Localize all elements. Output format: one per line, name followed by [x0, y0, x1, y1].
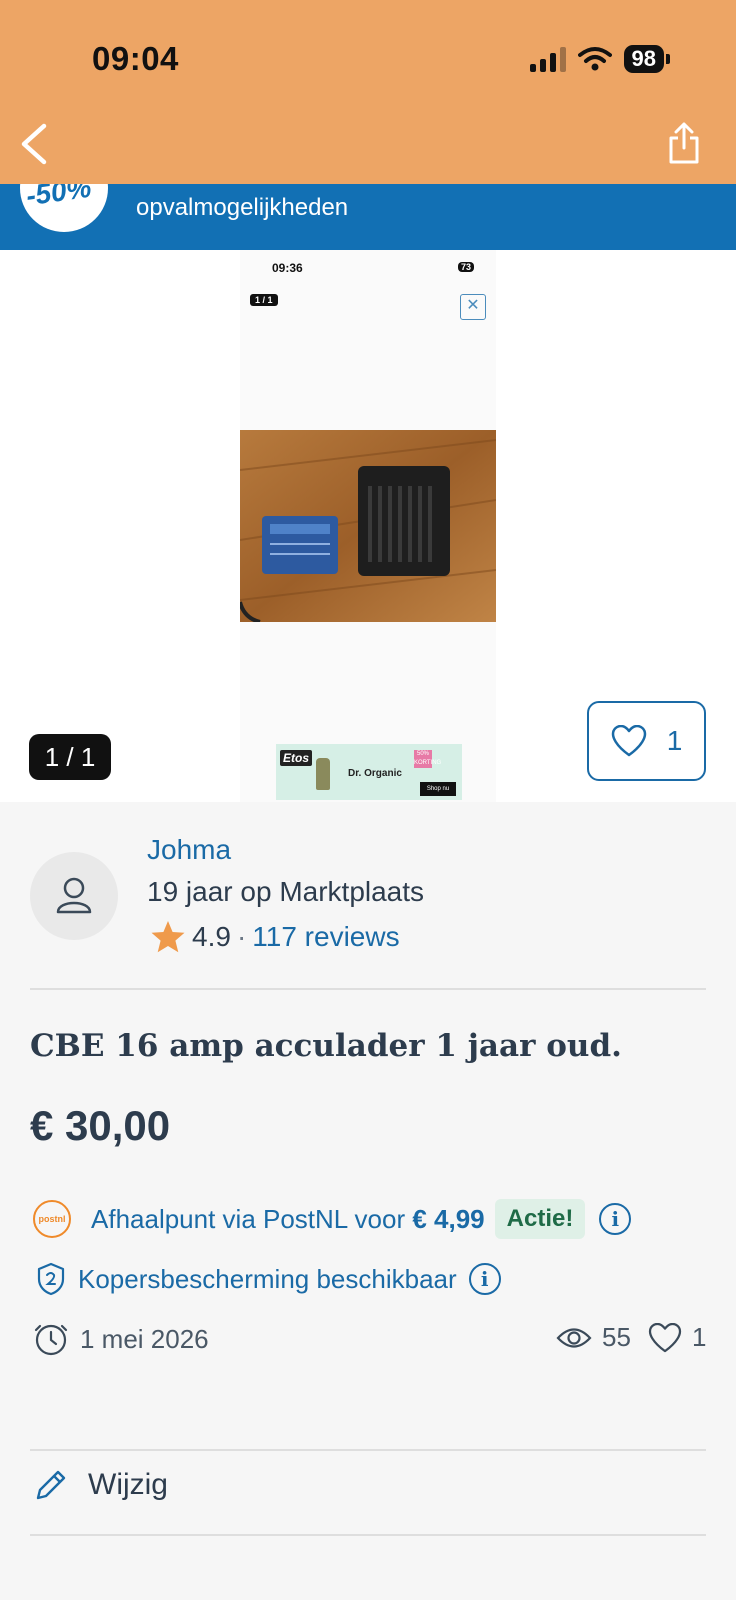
- heart-icon: [611, 725, 646, 757]
- product-photo: [240, 430, 496, 622]
- favorite-button[interactable]: 1: [587, 701, 706, 781]
- wifi-icon: [577, 47, 612, 71]
- listing-title: CBE 16 amp acculader 1 jaar oud.: [30, 1028, 622, 1064]
- seller-membership: 19 jaar op Marktplaats: [147, 876, 425, 907]
- eye-icon: [556, 1327, 592, 1348]
- listing-date: 1 mei 2026: [80, 1323, 209, 1354]
- reviews-link[interactable]: 117 reviews: [252, 921, 399, 953]
- edit-button[interactable]: Wijzig: [34, 1468, 168, 1502]
- favorites-value: 1: [692, 1322, 707, 1352]
- cellular-signal-icon: [529, 46, 566, 72]
- divider: [30, 1534, 706, 1536]
- ad-cta-button[interactable]: Shop nu: [420, 782, 456, 796]
- heart-outline-icon: [648, 1322, 682, 1352]
- favorites-count: 1: [648, 1322, 706, 1353]
- shipping-price: € 4,99: [412, 1203, 485, 1234]
- postnl-logo: postnl: [33, 1200, 71, 1238]
- pencil-icon: [36, 1470, 66, 1500]
- views-value: 55: [602, 1322, 631, 1352]
- seller-avatar[interactable]: [30, 852, 118, 940]
- divider: [30, 1449, 706, 1451]
- ad-product-image: [316, 758, 330, 790]
- clock-icon: [34, 1324, 68, 1356]
- shipping-label: Afhaalpunt via PostNL voor: [91, 1203, 406, 1234]
- battery-indicator: 98: [623, 45, 664, 73]
- share-icon[interactable]: [668, 122, 700, 164]
- back-icon[interactable]: [14, 122, 54, 166]
- promo-label: Actie!: [494, 1199, 586, 1239]
- divider: [30, 988, 706, 990]
- image-gallery[interactable]: 09:36 73 1 / 1 ✕ Etos Dr. Organic 50% KO…: [0, 250, 736, 802]
- image-counter: 1 / 1: [29, 734, 111, 780]
- status-icons: 98: [529, 44, 670, 74]
- edit-label: Wijzig: [88, 1468, 168, 1501]
- user-icon: [56, 877, 92, 914]
- listing-price: € 30,00: [30, 1102, 171, 1149]
- top-bar: 09:04 98: [0, 0, 736, 184]
- shipping-info-icon[interactable]: i: [599, 1203, 632, 1235]
- listing-image[interactable]: 09:36 73 1 / 1 ✕ Etos Dr. Organic 50% KO…: [240, 250, 496, 802]
- embedded-close-icon: ✕: [460, 294, 486, 320]
- protection-row[interactable]: Kopersbescherming beschikbaar i: [36, 1262, 501, 1296]
- shipping-text: Afhaalpunt via PostNL voor € 4,99: [91, 1204, 485, 1235]
- embedded-status-time: 09:36: [272, 261, 303, 275]
- embedded-battery: 73: [457, 262, 474, 272]
- shield-icon: [37, 1262, 65, 1296]
- embedded-counter: 1 / 1: [250, 294, 278, 306]
- seller-rating[interactable]: 4.9 · 117 reviews: [150, 920, 400, 954]
- product-photo-drawing: [240, 430, 496, 622]
- rating-value: 4.9: [192, 921, 231, 952]
- banner-text: opvalmogelijkheden: [136, 194, 349, 221]
- status-time: 09:04: [92, 40, 179, 77]
- shipping-row[interactable]: postnl Afhaalpunt via PostNL voor € 4,99…: [33, 1199, 632, 1239]
- battery-cap: [666, 54, 670, 64]
- seller-name[interactable]: Johma: [147, 834, 231, 866]
- date-row: 1 mei 2026: [34, 1322, 209, 1356]
- ad-product-name: Dr. Organic: [348, 768, 402, 779]
- advertisement[interactable]: Etos Dr. Organic 50% KORTING Shop nu: [276, 744, 462, 800]
- protection-info-icon[interactable]: i: [468, 1263, 501, 1295]
- ad-brand-logo: Etos: [280, 750, 313, 766]
- views-count: 55: [556, 1322, 631, 1353]
- ad-promo-badge: 50% KORTING: [414, 750, 442, 768]
- promo-banner[interactable]: -50% opvalmogelijkheden: [0, 184, 736, 250]
- rating-separator: ·: [236, 921, 247, 952]
- protection-text: Kopersbescherming beschikbaar: [78, 1263, 457, 1294]
- favorite-count: 1: [666, 725, 683, 756]
- star-icon: [151, 921, 185, 953]
